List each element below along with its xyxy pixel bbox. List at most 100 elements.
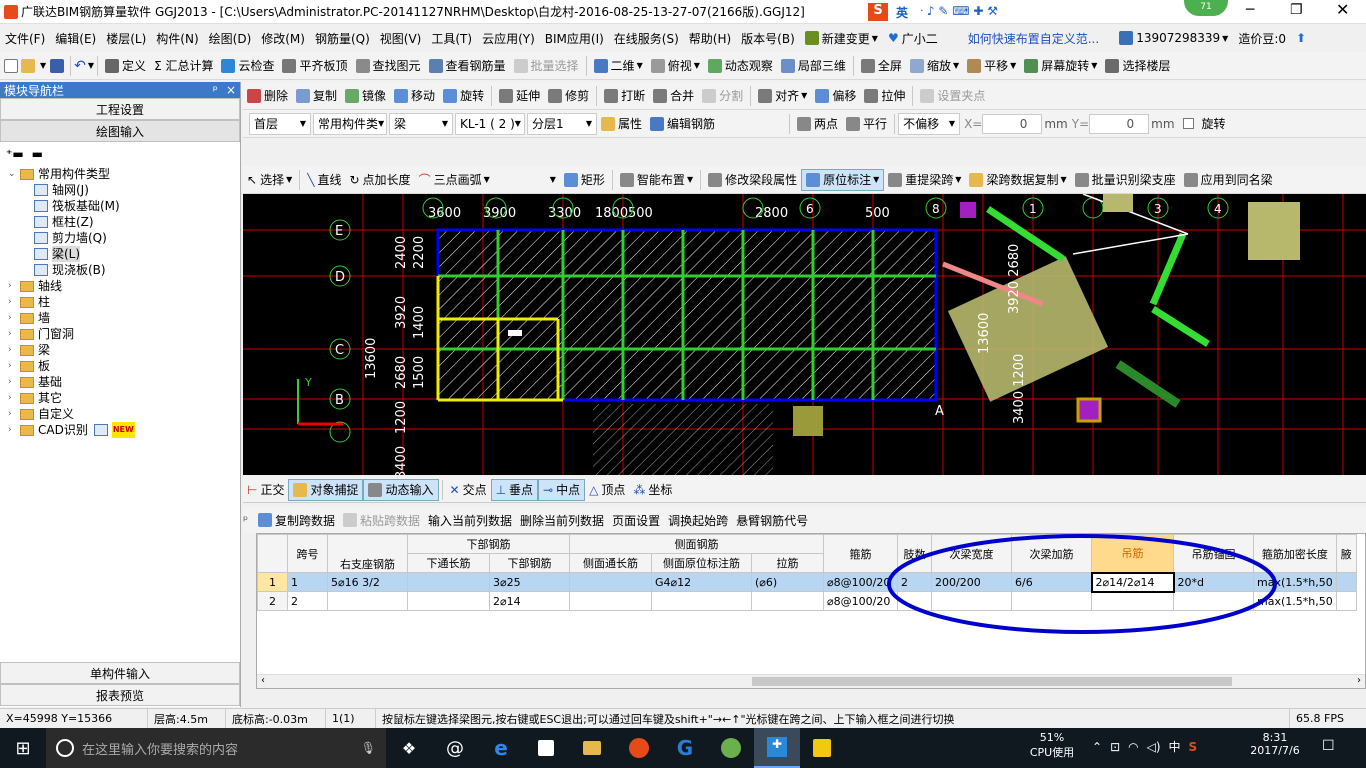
- batch-select-button[interactable]: 批量选择: [510, 55, 583, 77]
- sogou-logo-icon[interactable]: S: [868, 3, 888, 21]
- taskbar-app-ggj[interactable]: [616, 728, 662, 768]
- re-extract-span-dropdown[interactable]: 重提梁跨 ▼: [884, 169, 965, 191]
- notification-icon[interactable]: ☐: [1322, 738, 1335, 754]
- menu-bim[interactable]: BIM应用(I): [540, 24, 609, 52]
- wifi-icon[interactable]: ◠: [1128, 740, 1138, 754]
- parallel-button[interactable]: 平行: [842, 113, 891, 135]
- sogou-tray-icon[interactable]: S: [1189, 740, 1198, 754]
- shape-dropdown[interactable]: ▼: [544, 169, 560, 191]
- paste-span-data-button[interactable]: 粘贴跨数据: [339, 509, 424, 531]
- copy-button[interactable]: 复制: [292, 85, 341, 107]
- dynamic-input-button[interactable]: 动态输入: [363, 478, 439, 501]
- tree-node-common[interactable]: ⌄ 常用构件类型: [8, 166, 240, 182]
- user-account[interactable]: 13907298339 ▼: [1114, 24, 1233, 52]
- tree-node-beam[interactable]: 梁(L): [8, 246, 240, 262]
- break-button[interactable]: 打断: [600, 85, 649, 107]
- tree-group-custom[interactable]: › 自定义: [8, 406, 240, 422]
- rotate-checkbox[interactable]: [1182, 118, 1194, 129]
- tree-group-column[interactable]: › 柱: [8, 294, 240, 310]
- component-select[interactable]: 梁 ▼: [389, 112, 453, 135]
- tree-group-other[interactable]: › 其它: [8, 390, 240, 406]
- cantilever-code-button[interactable]: 悬臂钢筋代号: [732, 509, 812, 531]
- floor-select[interactable]: 首层 ▼: [249, 112, 311, 135]
- cell-span-no[interactable]: 2: [287, 591, 328, 611]
- cell-haunch[interactable]: [1335, 572, 1357, 592]
- copy-span-data-button[interactable]: 复制跨数据: [254, 509, 339, 531]
- edit-rebar-button[interactable]: 编辑钢筋: [646, 113, 719, 135]
- cad-canvas[interactable]: E D C B A 3600 3900 3300 1800 500 2800 5…: [243, 194, 1366, 475]
- taskbar-app-g[interactable]: G: [662, 728, 708, 768]
- menu-cloud[interactable]: 云应用(Y): [477, 24, 540, 52]
- drawing-input-button[interactable]: 绘图输入: [0, 120, 240, 142]
- menu-draw[interactable]: 绘图(D): [204, 24, 257, 52]
- tree-node-grid[interactable]: 轴网(J): [8, 182, 240, 198]
- trim-button[interactable]: 修剪: [544, 85, 593, 107]
- two-point-button[interactable]: 两点: [793, 113, 842, 135]
- top-view-dropdown[interactable]: 俯视 ▼: [647, 55, 704, 77]
- tree-node-raft[interactable]: 筏板基础(M): [8, 198, 240, 214]
- cell-bottom-rebar[interactable]: 2⌀14: [489, 591, 570, 611]
- taskbar-app-spiral[interactable]: @: [432, 728, 478, 768]
- perpendicular-snap[interactable]: ⊥ 垂点: [490, 478, 539, 501]
- intersection-snap[interactable]: ✕ 交点: [446, 479, 491, 501]
- taskbar-app-explorer[interactable]: [570, 728, 616, 768]
- cell-side-through[interactable]: [569, 572, 652, 592]
- define-button[interactable]: 定义: [101, 55, 150, 77]
- taskbar-app-active[interactable]: ✚: [754, 728, 800, 768]
- view-2d-dropdown[interactable]: 二维 ▼: [590, 55, 647, 77]
- project-settings-button[interactable]: 工程设置: [0, 98, 240, 120]
- volume-icon[interactable]: ◁): [1147, 740, 1161, 754]
- tree-group-opening[interactable]: › 门窗洞: [8, 326, 240, 342]
- cell-side-in-situ[interactable]: G4⌀12: [651, 572, 752, 592]
- menu-edit[interactable]: 编辑(E): [50, 24, 101, 52]
- cell-side-in-situ[interactable]: [651, 591, 752, 611]
- delete-button[interactable]: 删除: [243, 85, 292, 107]
- taskbar-app-green[interactable]: [708, 728, 754, 768]
- close-button[interactable]: ✕: [1336, 0, 1349, 19]
- set-grip-button[interactable]: 设置夹点: [916, 85, 989, 107]
- cell-bottom-through[interactable]: [407, 591, 490, 611]
- taskbar-app-notes[interactable]: [800, 728, 846, 768]
- menu-new-change[interactable]: 新建变更 ▼: [800, 24, 883, 52]
- cell-tie[interactable]: [751, 591, 824, 611]
- ortho-button[interactable]: ⊢ 正交: [243, 479, 288, 501]
- offset-button[interactable]: 偏移: [811, 85, 860, 107]
- network-icon[interactable]: ⊡: [1110, 740, 1120, 754]
- fullscreen-button[interactable]: 全屏: [857, 55, 906, 77]
- vertex-snap[interactable]: △ 顶点: [585, 479, 629, 501]
- dynamic-view-button[interactable]: 动态观察: [704, 55, 777, 77]
- ime-tools-icon[interactable]: ᐧ ♪ ✎ ⌨ ✚ ⚒: [920, 4, 998, 18]
- rotate-button[interactable]: 旋转: [439, 85, 488, 107]
- summary-calc-button[interactable]: Σ 汇总计算: [150, 55, 217, 77]
- cell-right-support[interactable]: [327, 591, 408, 611]
- swap-start-span-button[interactable]: 调换起始跨: [664, 509, 732, 531]
- align-slab-top-button[interactable]: 平齐板顶: [278, 55, 351, 77]
- save-icon[interactable]: [50, 58, 65, 73]
- screen-rotate-dropdown[interactable]: 屏幕旋转 ▼: [1020, 55, 1101, 77]
- layer-select[interactable]: 分层1 ▼: [527, 112, 597, 135]
- clock[interactable]: 8:31 2017/7/6: [1240, 731, 1310, 757]
- select-dropdown[interactable]: ↖ 选择 ▼: [243, 169, 296, 191]
- input-lang[interactable]: 中: [1169, 738, 1181, 755]
- batch-identify-support-button[interactable]: 批量识别梁支座: [1071, 169, 1180, 191]
- component-name-select[interactable]: KL-1 ( 2 ) ▼: [455, 112, 525, 135]
- line-button[interactable]: ╲ 直线: [303, 169, 345, 191]
- scroll-right-icon[interactable]: ›: [1357, 675, 1361, 686]
- midpoint-snap[interactable]: ⊸ 中点: [538, 478, 586, 501]
- copy-span-data-dropdown[interactable]: 梁跨数据复制 ▼: [965, 169, 1070, 191]
- apply-same-name-button[interactable]: 应用到同名梁: [1180, 169, 1277, 191]
- cell-bottom-through[interactable]: [407, 572, 490, 592]
- new-file-icon[interactable]: [4, 58, 18, 73]
- cell-haunch[interactable]: [1335, 591, 1357, 611]
- move-button[interactable]: 移动: [390, 85, 439, 107]
- mic-icon[interactable]: 🎙: [361, 741, 376, 755]
- maximize-button[interactable]: ❐: [1290, 2, 1303, 18]
- stretch-button[interactable]: 拉伸: [860, 85, 909, 107]
- menu-guangxiaoer[interactable]: ♥ 广小二: [883, 24, 943, 52]
- rect-button[interactable]: 矩形: [560, 169, 609, 191]
- y-input[interactable]: 0: [1089, 113, 1150, 134]
- minimize-button[interactable]: ─: [1246, 2, 1254, 18]
- tree-group-foundation[interactable]: › 基础: [8, 374, 240, 390]
- in-situ-annotation-dropdown[interactable]: 原位标注 ▼: [801, 168, 885, 191]
- tree-group-wall[interactable]: › 墙: [8, 310, 240, 326]
